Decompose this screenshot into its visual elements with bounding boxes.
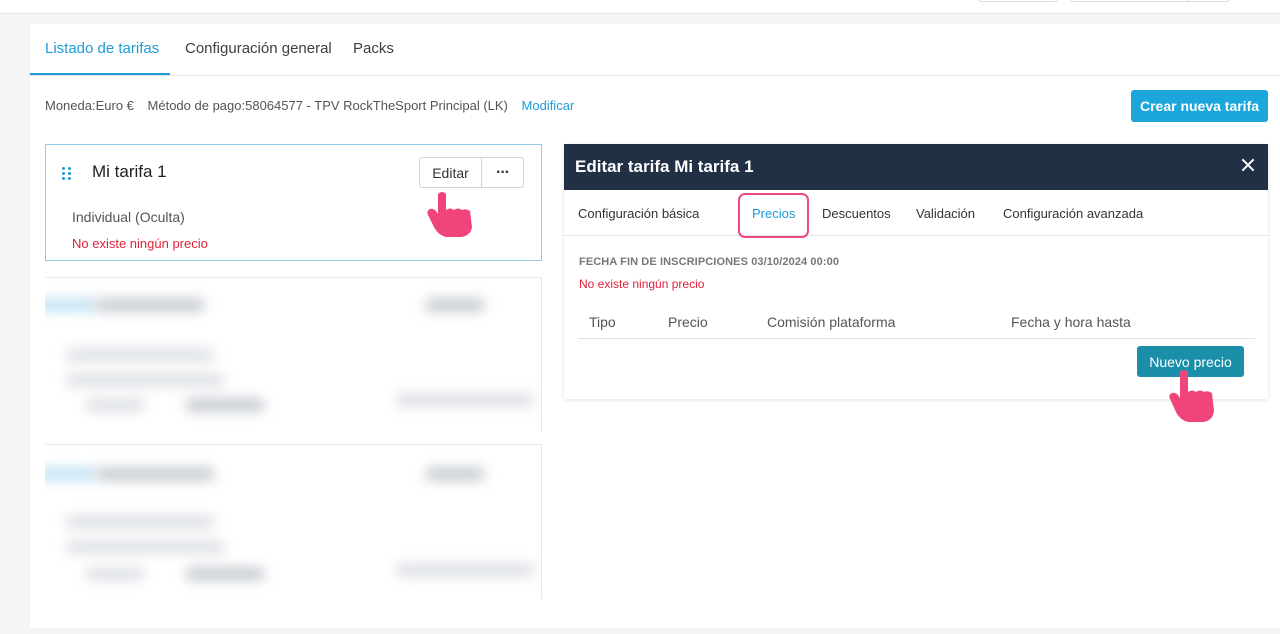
edit-tariff-modal: Editar tarifa Mi tarifa 1 Configuración … [564, 144, 1268, 422]
modal-tabs: Configuración básica Precios Descuentos … [564, 190, 1268, 238]
modal-header: Editar tarifa Mi tarifa 1 [564, 144, 1268, 190]
active-tab-indicator [30, 73, 170, 75]
tab-highlight [738, 193, 809, 238]
payment-info: Moneda:Euro € Método de pago:58064577 - … [45, 98, 584, 113]
no-price-message: No existe ningún precio [579, 277, 705, 291]
column-comision: Comisión plataforma [767, 314, 896, 330]
drag-handle-icon[interactable] [62, 167, 72, 181]
tariffs-panel: Listado de tarifas Configuración general… [30, 24, 1280, 628]
tab-validacion[interactable]: Validación [916, 206, 975, 221]
pointer-hand-icon [427, 192, 472, 237]
tariff-title: Mi tarifa 1 [92, 162, 167, 181]
column-tipo: Tipo [589, 314, 616, 330]
tab-listado-de-tarifas[interactable]: Listado de tarifas [45, 40, 159, 57]
tab-descuentos[interactable]: Descuentos [822, 206, 891, 221]
tariff-error: No existe ningún precio [72, 236, 208, 251]
modal-title: Editar tarifa Mi tarifa 1 [575, 157, 754, 176]
toolbar-select[interactable] [1070, 0, 1230, 2]
registration-end-date: FECHA FIN DE INSCRIPCIONES 03/10/2024 00… [579, 256, 840, 268]
main-tabs: Listado de tarifas Configuración general… [30, 24, 1280, 76]
create-tariff-button[interactable]: Crear nueva tarifa [1131, 90, 1268, 122]
currency-text: Moneda:Euro € [45, 98, 134, 113]
close-icon[interactable] [1240, 157, 1256, 173]
pointer-hand-icon [1169, 370, 1214, 422]
blurred-tariff-card [45, 277, 542, 432]
edit-button[interactable]: Editar [419, 157, 482, 188]
modify-link[interactable]: Modificar [522, 98, 575, 113]
column-fecha-hasta: Fecha y hora hasta [1011, 314, 1131, 330]
prices-table-header: Tipo Precio Comisión plataforma Fecha y … [578, 314, 1255, 339]
blurred-tariff-card [45, 444, 542, 599]
tab-configuracion-avanzada[interactable]: Configuración avanzada [1003, 206, 1143, 221]
top-toolbar [0, 0, 1280, 14]
tab-configuracion-general[interactable]: Configuración general [185, 40, 332, 57]
tariff-type: Individual (Oculta) [72, 209, 185, 225]
toolbar-control[interactable] [978, 0, 1058, 2]
tab-packs[interactable]: Packs [353, 40, 394, 57]
more-options-button[interactable]: ··· [481, 157, 524, 188]
tab-configuracion-basica[interactable]: Configuración básica [578, 206, 699, 221]
payment-method-text: Método de pago:58064577 - TPV RockTheSpo… [147, 98, 508, 113]
column-precio: Precio [668, 314, 708, 330]
